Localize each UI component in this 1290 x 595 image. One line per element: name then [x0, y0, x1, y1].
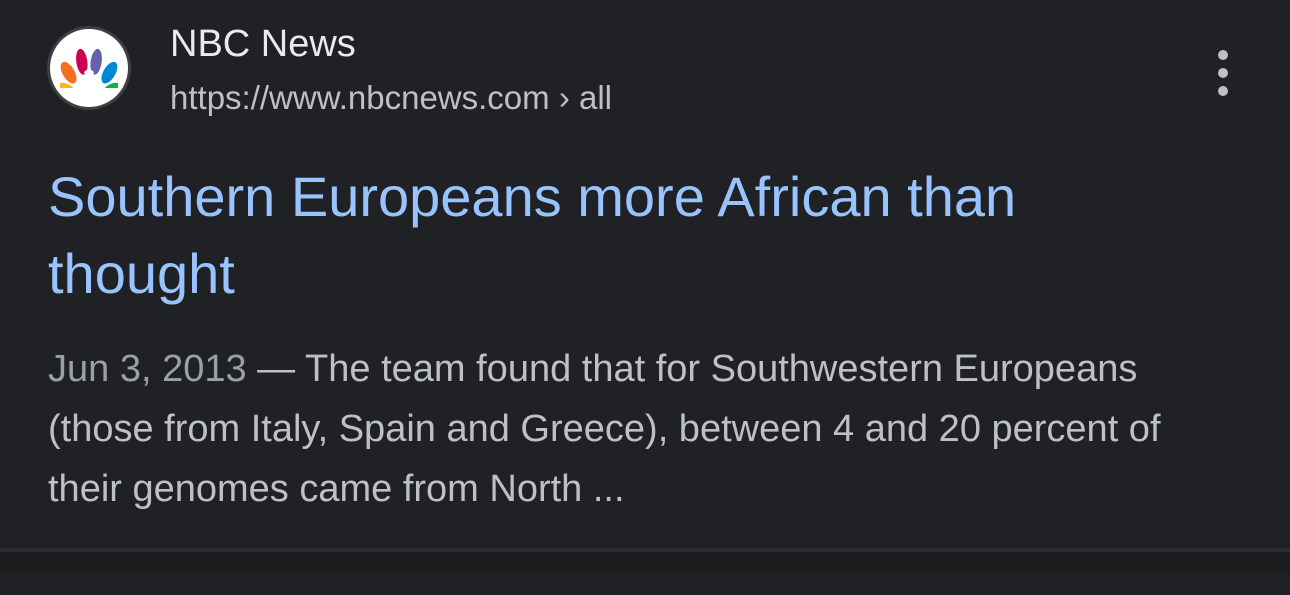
more-options-button[interactable]: [1203, 50, 1243, 96]
date-separator: —: [246, 348, 306, 390]
next-result-edge: [0, 572, 1290, 595]
more-vert-icon-dot: [1218, 86, 1228, 96]
results-separator-band: [0, 552, 1290, 572]
result-title-link[interactable]: Southern Europeans more African than tho…: [48, 158, 1178, 312]
nbc-news-favicon[interactable]: [50, 29, 128, 107]
result-date: Jun 3, 2013: [48, 348, 247, 390]
result-snippet: Jun 3, 2013 — The team found that for So…: [48, 339, 1228, 519]
more-vert-icon-dot: [1218, 68, 1228, 78]
more-vert-icon: [1218, 50, 1228, 60]
search-result-card: NBC News https://www.nbcnews.com › all S…: [0, 0, 1290, 548]
nbc-peacock-icon: [60, 48, 118, 88]
source-name[interactable]: NBC News: [170, 22, 356, 66]
source-url[interactable]: https://www.nbcnews.com › all: [170, 78, 612, 118]
